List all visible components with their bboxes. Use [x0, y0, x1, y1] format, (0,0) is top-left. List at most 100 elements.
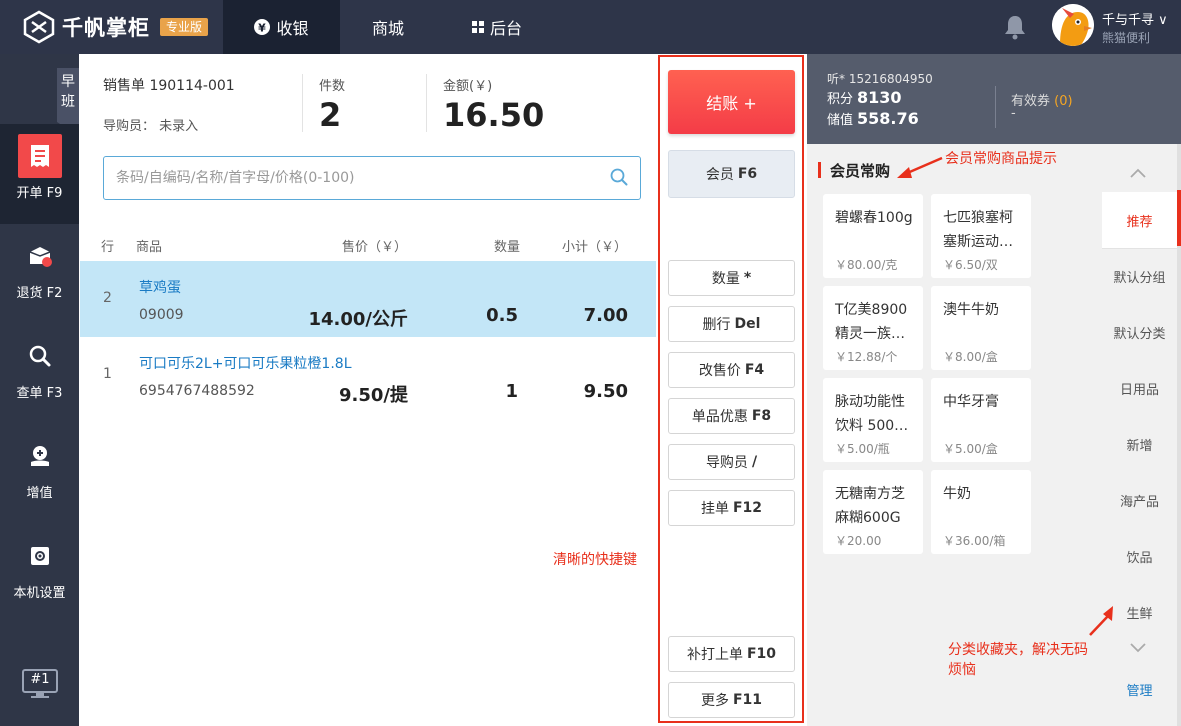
delete-row-button[interactable]: 删行 Del: [668, 306, 795, 342]
divider: [995, 86, 996, 128]
product-qty: 0.5: [486, 305, 518, 326]
guide-button[interactable]: 导购员 /: [668, 444, 795, 480]
store-name: 熊猫便利: [1102, 31, 1151, 45]
product-qty: 1: [505, 381, 518, 402]
search-input[interactable]: [116, 165, 596, 191]
sidebar-item-label: 查单 F3: [16, 386, 63, 401]
category-item[interactable]: 推荐: [1102, 192, 1177, 248]
product-card-price: ￥80.00/克: [835, 258, 898, 272]
grid-icon: [471, 21, 484, 33]
product-card[interactable]: 牛奶 ￥36.00/箱: [931, 470, 1031, 554]
sidebar-item-new-order[interactable]: 开单 F9: [0, 124, 79, 224]
product-card[interactable]: 脉动功能性饮料 500… ￥5.00/瓶: [823, 378, 923, 462]
count-value: 2: [319, 96, 342, 134]
table-row[interactable]: 2 草鸡蛋 09009 14.00/公斤 0.5 7.00: [80, 261, 656, 337]
app-logo: 千帆掌柜 专业版: [22, 9, 209, 45]
product-code: 09009: [139, 307, 184, 323]
change-price-button[interactable]: 改售价 F4: [668, 352, 795, 388]
sidebar-item-search-order[interactable]: 查单 F3: [0, 324, 79, 424]
category-item[interactable]: 生鲜: [1102, 584, 1177, 640]
search-icon: [18, 334, 62, 378]
product-subtotal: 7.00: [583, 305, 628, 326]
product-card-price: ￥36.00/箱: [943, 534, 1006, 548]
chevron-up-icon[interactable]: [1128, 166, 1148, 184]
product-card[interactable]: 中华牙膏 ￥5.00/盒: [931, 378, 1031, 462]
chevron-down-icon: ∨: [1158, 13, 1168, 28]
product-card-name: T亿美8900精灵一族…: [835, 302, 908, 342]
category-item[interactable]: 默认分类: [1102, 304, 1177, 360]
category-item[interactable]: 日用品: [1102, 360, 1177, 416]
shift-tag[interactable]: 早班: [57, 68, 79, 122]
product-price: 9.50/提: [339, 385, 408, 406]
product-card-name: 碧螺春100g: [835, 210, 913, 226]
frequent-annotation: 会员常购商品提示: [945, 151, 1057, 167]
product-name: 草鸡蛋: [139, 280, 181, 296]
category-manage-link[interactable]: 管理: [1102, 680, 1177, 699]
divider: [426, 74, 427, 132]
avatar[interactable]: [1052, 4, 1094, 46]
hold-order-button[interactable]: 挂单 F12: [668, 490, 795, 526]
frequent-purchase-title: 会员常购: [818, 160, 890, 181]
member-coupons[interactable]: 有效券 (0): [1011, 90, 1073, 109]
member-phone: 听* 15216804950: [827, 72, 933, 86]
sidebar-item-label: 开单 F9: [16, 186, 63, 201]
product-card[interactable]: T亿美8900精灵一族… ￥12.88/个: [823, 286, 923, 370]
table-row[interactable]: 1 可口可乐2L+可口可乐果粒橙1.8L 6954767488592 9.50/…: [80, 337, 656, 413]
product-card-name: 七匹狼塞柯塞斯运动…: [943, 210, 1013, 250]
tab-mall[interactable]: 商城: [340, 0, 436, 54]
product-card-name: 澳牛牛奶: [943, 302, 999, 318]
category-active-indicator: [1177, 190, 1181, 246]
sidebar-item-return[interactable]: 退货 F2: [0, 224, 79, 324]
row-number: 2: [103, 290, 112, 306]
member-points: 积分 8130: [827, 88, 902, 107]
product-card[interactable]: 无糖南方芝麻糊600G ￥20.00: [823, 470, 923, 554]
col-header-qty: 数量: [494, 240, 521, 255]
row-number: 1: [103, 366, 112, 382]
member-info-panel: 听* 15216804950 积分 8130 储值 558.76 有效券 (0) -: [807, 54, 1181, 144]
category-item[interactable]: 饮品: [1102, 528, 1177, 584]
svg-text:¥: ¥: [259, 22, 267, 35]
tab-backend[interactable]: 后台: [452, 0, 542, 54]
tab-cashier[interactable]: ¥ 收银: [223, 0, 340, 54]
sidebar-item-settings[interactable]: 本机设置: [0, 524, 79, 624]
sidebar-item-value-added[interactable]: 增值: [0, 424, 79, 524]
col-header-subtotal: 小计（￥）: [562, 240, 628, 255]
product-card[interactable]: 碧螺春100g ￥80.00/克: [823, 194, 923, 278]
category-annotation: 分类收藏夹，解决无码烦恼: [948, 642, 1088, 678]
value-added-icon: [18, 434, 62, 478]
settings-icon: [18, 534, 62, 578]
product-code: 6954767488592: [139, 383, 255, 399]
product-card[interactable]: 澳牛牛奶 ￥8.00/盒: [931, 286, 1031, 370]
tab-cashier-label: 收银: [276, 19, 309, 38]
item-discount-button[interactable]: 单品优惠 F8: [668, 398, 795, 434]
product-card[interactable]: 七匹狼塞柯塞斯运动… ￥6.50/双: [931, 194, 1031, 278]
product-card-name: 牛奶: [943, 486, 971, 502]
left-sidebar: 早班 开单 F9 退货 F2 查单 F3 增值 本机设置 #1: [0, 54, 79, 726]
quantity-button[interactable]: 数量 *: [668, 260, 795, 296]
product-card-price: ￥5.00/瓶: [835, 442, 890, 456]
checkout-button[interactable]: 结账 +: [668, 70, 795, 134]
product-card-price: ￥5.00/盒: [943, 442, 998, 456]
count-label: 件数: [319, 79, 346, 94]
chevron-down-icon[interactable]: [1128, 640, 1148, 658]
sidebar-item-label: 本机设置: [13, 586, 66, 601]
amount-value: 16.50: [443, 96, 545, 134]
col-header-product: 商品: [136, 240, 163, 255]
bell-icon[interactable]: [1003, 14, 1027, 44]
return-box-icon: [18, 234, 62, 278]
product-card-name: 脉动功能性饮料 500…: [835, 394, 909, 434]
col-header-row: 行: [101, 240, 115, 255]
product-card-price: ￥8.00/盒: [943, 350, 998, 364]
more-button[interactable]: 更多 F11: [668, 682, 795, 718]
reprint-button[interactable]: 补打上单 F10: [668, 636, 795, 672]
order-icon: [18, 134, 62, 178]
member-button[interactable]: 会员 F6: [668, 150, 795, 198]
category-item[interactable]: 默认分组: [1102, 248, 1177, 304]
category-item[interactable]: 新增: [1102, 416, 1177, 472]
product-card-name: 中华牙膏: [943, 394, 999, 410]
search-icon[interactable]: [610, 168, 628, 190]
user-name[interactable]: 千与千寻 ∨: [1102, 9, 1168, 28]
product-name: 可口可乐2L+可口可乐果粒橙1.8L: [139, 356, 352, 372]
product-card-price: ￥6.50/双: [943, 258, 998, 272]
category-item[interactable]: 海产品: [1102, 472, 1177, 528]
